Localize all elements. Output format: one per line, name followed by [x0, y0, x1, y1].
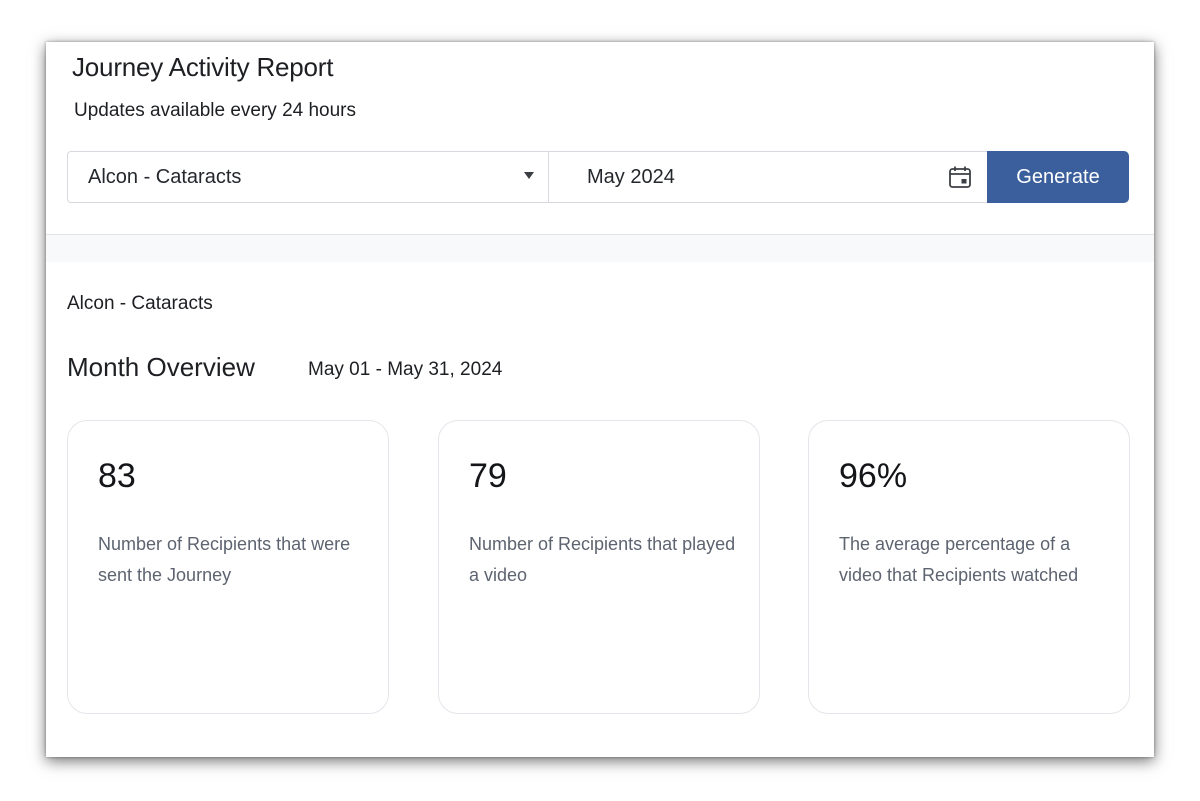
report-header: Journey Activity Report Updates availabl… — [46, 42, 1154, 235]
stat-description: Number of Recipients that played a video — [469, 534, 736, 585]
stat-card-recipients-played: 79 Number of Recipients that played a vi… — [438, 420, 760, 714]
stat-description: Number of Recipients that were sent the … — [98, 534, 351, 585]
overview-title: Month Overview — [67, 352, 255, 382]
journey-name: Alcon - Cataracts — [67, 293, 213, 314]
section-divider — [46, 235, 1154, 262]
report-window: Journey Activity Report Updates availabl… — [46, 42, 1154, 757]
stat-card-recipients-sent: 83 Number of Recipients that were sent t… — [67, 420, 389, 714]
page-title: Journey Activity Report — [72, 52, 334, 82]
journey-select[interactable]: Alcon - Cataracts — [67, 151, 549, 203]
calendar-icon[interactable] — [947, 164, 973, 190]
stat-card-average-watched: 96% The average percentage of a video th… — [808, 420, 1130, 714]
stat-description: The average percentage of a video that R… — [839, 534, 1079, 585]
report-controls: Alcon - Cataracts May 2024 Generate — [67, 151, 1129, 205]
stat-value: 79 — [469, 457, 507, 495]
chevron-down-icon — [524, 172, 534, 179]
stat-value: 96% — [839, 457, 908, 495]
report-body: Alcon - Cataracts Month Overview May 01 … — [46, 262, 1154, 757]
overview-date-range: May 01 - May 31, 2024 — [308, 359, 503, 380]
page-subtitle: Updates available every 24 hours — [74, 100, 357, 121]
month-picker-value: May 2024 — [587, 166, 675, 188]
journey-select-value: Alcon - Cataracts — [88, 166, 242, 188]
generate-button[interactable]: Generate — [987, 151, 1129, 203]
month-picker-input[interactable]: May 2024 — [548, 151, 988, 203]
stat-value: 83 — [98, 457, 136, 495]
